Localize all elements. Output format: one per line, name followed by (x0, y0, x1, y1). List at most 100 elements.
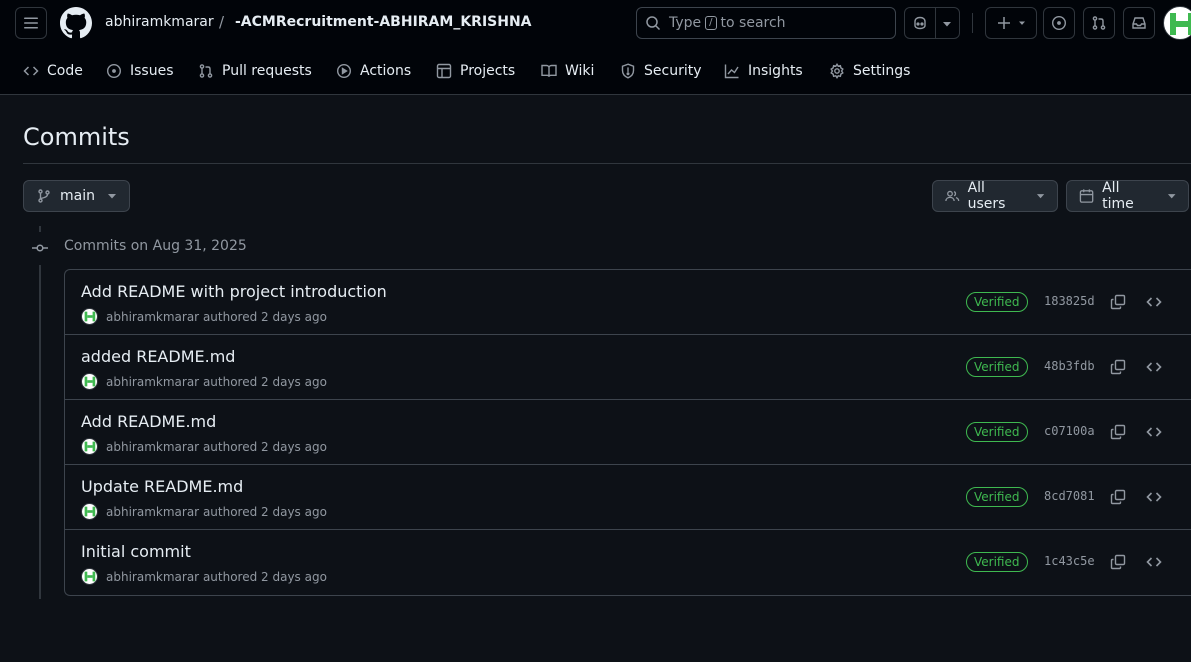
commit-sha-link[interactable]: 48b3fdb (1044, 359, 1095, 373)
browse-code-icon[interactable] (1146, 294, 1162, 310)
issue-icon (1051, 15, 1067, 31)
commit-message-link[interactable]: added README.md (81, 347, 235, 366)
branch-selector-button[interactable]: main (23, 180, 130, 212)
search-shortcut-key: / (705, 16, 717, 30)
author-avatar[interactable] (81, 373, 98, 390)
commit-message-link[interactable]: Add README with project introduction (81, 282, 387, 301)
copilot-divider (935, 8, 936, 38)
tab-label: Code (47, 63, 83, 79)
author-avatar[interactable] (81, 503, 98, 520)
your-issues-button[interactable] (1043, 7, 1075, 39)
gear-icon (830, 63, 844, 79)
git-commit-icon (32, 244, 48, 252)
calendar-icon (1079, 189, 1094, 203)
authored-time: authored 2 days ago (202, 309, 327, 324)
verified-badge[interactable]: Verified (966, 422, 1028, 442)
commit-message-link[interactable]: Add README.md (81, 412, 216, 431)
chevron-down-icon (1167, 194, 1176, 199)
browse-code-icon[interactable] (1146, 489, 1162, 505)
search-input[interactable]: Type / to search (636, 7, 896, 39)
tab-actions[interactable]: Actions (336, 55, 411, 87)
verified-badge[interactable]: Verified (966, 552, 1028, 572)
users-filter-button[interactable]: All users (932, 180, 1058, 212)
notifications-button[interactable] (1123, 7, 1155, 39)
commit-sha-link[interactable]: 8cd7081 (1044, 489, 1095, 503)
verified-badge[interactable]: Verified (966, 487, 1028, 507)
tab-pull-requests[interactable]: Pull requests (198, 55, 312, 87)
timeline-line-top (39, 226, 41, 232)
author-link[interactable]: abhiramkmarar (106, 570, 199, 584)
tab-label: Settings (853, 63, 911, 79)
author-link[interactable]: abhiramkmarar (106, 505, 199, 519)
commit-message-link[interactable]: Initial commit (81, 542, 191, 561)
search-icon (646, 16, 661, 31)
git-branch-icon (38, 189, 50, 203)
author-link[interactable]: abhiramkmarar (106, 375, 199, 389)
copy-icon[interactable] (1110, 424, 1126, 440)
author-avatar[interactable] (81, 308, 98, 325)
github-logo-icon[interactable] (60, 7, 92, 39)
copy-icon[interactable] (1110, 294, 1126, 310)
browse-code-icon[interactable] (1146, 359, 1162, 375)
commit-row: Initial commit abhiramkmarar authored 2 … (65, 530, 1191, 595)
tab-label: Actions (360, 63, 412, 79)
search-placeholder-prefix: Type (669, 15, 702, 31)
identicon-icon (1170, 13, 1191, 35)
commit-row: Add README.md abhiramkmarar authored 2 d… (65, 400, 1191, 465)
tab-issues[interactable]: Issues (106, 55, 174, 87)
author-link[interactable]: abhiramkmarar (106, 440, 199, 454)
author-link[interactable]: abhiramkmarar (106, 310, 199, 324)
copilot-button-group[interactable] (904, 7, 960, 39)
copy-icon[interactable] (1110, 359, 1126, 375)
create-new-button[interactable] (985, 7, 1037, 39)
tab-settings[interactable]: Settings (829, 55, 910, 87)
tab-wiki[interactable]: Wiki (541, 55, 594, 87)
chevron-down-icon[interactable] (942, 20, 952, 28)
tab-projects[interactable]: Projects (436, 55, 515, 87)
graph-icon (724, 64, 739, 79)
commit-sha-link[interactable]: 1c43c5e (1044, 554, 1095, 568)
verified-badge[interactable]: Verified (966, 357, 1028, 377)
tab-security[interactable]: Security (620, 55, 702, 87)
repo-name-link[interactable]: -ACMRecruitment-ABHIRAM_KRISHNA (235, 14, 532, 30)
author-avatar[interactable] (81, 568, 98, 585)
identicon-icon (84, 441, 96, 452)
plus-icon (998, 17, 1010, 29)
your-pull-requests-button[interactable] (1083, 7, 1115, 39)
menu-button[interactable] (15, 7, 47, 39)
global-header: abhiramkmarar / -ACMRecruitment-ABHIRAM_… (0, 0, 1191, 95)
tab-label: Insights (748, 63, 803, 79)
branch-name: main (60, 188, 95, 204)
chevron-down-icon (1036, 194, 1045, 199)
code-icon (23, 66, 39, 76)
commit-list: Add README with project introduction abh… (64, 269, 1191, 596)
tab-label: Security (644, 63, 702, 79)
book-icon (541, 64, 557, 77)
copy-icon[interactable] (1110, 554, 1126, 570)
play-icon (336, 63, 352, 79)
issue-icon (106, 63, 122, 79)
title-divider (23, 163, 1191, 164)
commit-meta: abhiramkmarar authored 2 days ago (81, 373, 327, 390)
commit-meta: abhiramkmarar authored 2 days ago (81, 438, 327, 455)
tab-label: Projects (460, 63, 516, 79)
identicon-icon (84, 311, 96, 322)
time-filter-button[interactable]: All time (1066, 180, 1189, 212)
repo-owner-link[interactable]: abhiramkmarar (105, 14, 214, 30)
commit-group-heading: Commits on Aug 31, 2025 (64, 238, 247, 254)
users-filter-label: All users (967, 180, 1006, 212)
table-icon (436, 63, 452, 79)
people-icon (945, 190, 960, 202)
commit-sha-link[interactable]: 183825d (1044, 294, 1095, 308)
commit-sha-link[interactable]: c07100a (1044, 424, 1095, 438)
browse-code-icon[interactable] (1146, 424, 1162, 440)
authored-time: authored 2 days ago (202, 439, 327, 454)
author-avatar[interactable] (81, 438, 98, 455)
browse-code-icon[interactable] (1146, 554, 1162, 570)
verified-badge[interactable]: Verified (966, 292, 1028, 312)
user-avatar[interactable] (1163, 6, 1191, 40)
commit-message-link[interactable]: Update README.md (81, 477, 243, 496)
tab-insights[interactable]: Insights (724, 55, 803, 87)
copy-icon[interactable] (1110, 489, 1126, 505)
tab-code[interactable]: Code (23, 55, 83, 87)
